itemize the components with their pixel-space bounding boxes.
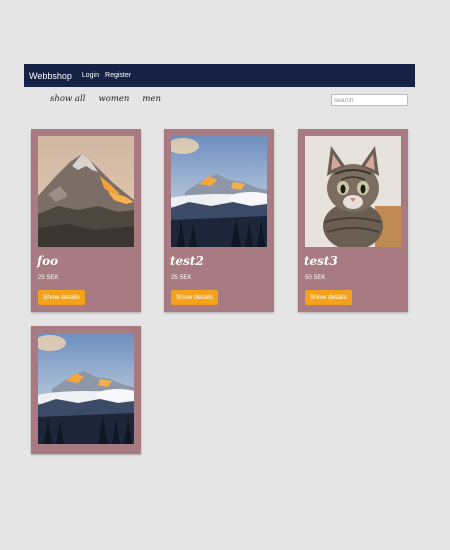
brand-logo-text[interactable]: Webbshop	[29, 71, 72, 81]
product-title: test2	[170, 254, 204, 268]
product-title: foo	[37, 254, 59, 268]
product-image-valley[interactable]	[171, 136, 267, 247]
product-price: 50 SEK	[305, 275, 326, 281]
product-card: test2 25 SEK Show details	[164, 129, 274, 312]
filter-men[interactable]: men	[142, 94, 161, 104]
register-link[interactable]: Register	[105, 72, 131, 79]
show-details-button[interactable]: Show details	[171, 290, 218, 305]
product-price: 25 SEK	[38, 275, 59, 281]
navbar: Webbshop Login Register	[24, 64, 415, 87]
category-filters: show all women men	[50, 94, 161, 104]
login-link[interactable]: Login	[82, 72, 99, 79]
filter-show-all[interactable]: show all	[50, 94, 85, 104]
search-input[interactable]	[331, 94, 408, 106]
product-image-mountain[interactable]	[38, 136, 134, 247]
filter-women[interactable]: women	[98, 94, 129, 104]
show-details-button[interactable]: Show details	[305, 290, 352, 305]
product-card: foo 25 SEK Show details	[31, 129, 141, 312]
product-card	[31, 326, 141, 454]
product-image-valley[interactable]	[38, 333, 134, 444]
show-details-button[interactable]: Show details	[38, 290, 85, 305]
product-title: test3	[304, 254, 338, 268]
product-image-kitten[interactable]	[305, 136, 401, 247]
product-card: test3 50 SEK Show details	[298, 129, 408, 312]
product-price: 25 SEK	[171, 275, 192, 281]
